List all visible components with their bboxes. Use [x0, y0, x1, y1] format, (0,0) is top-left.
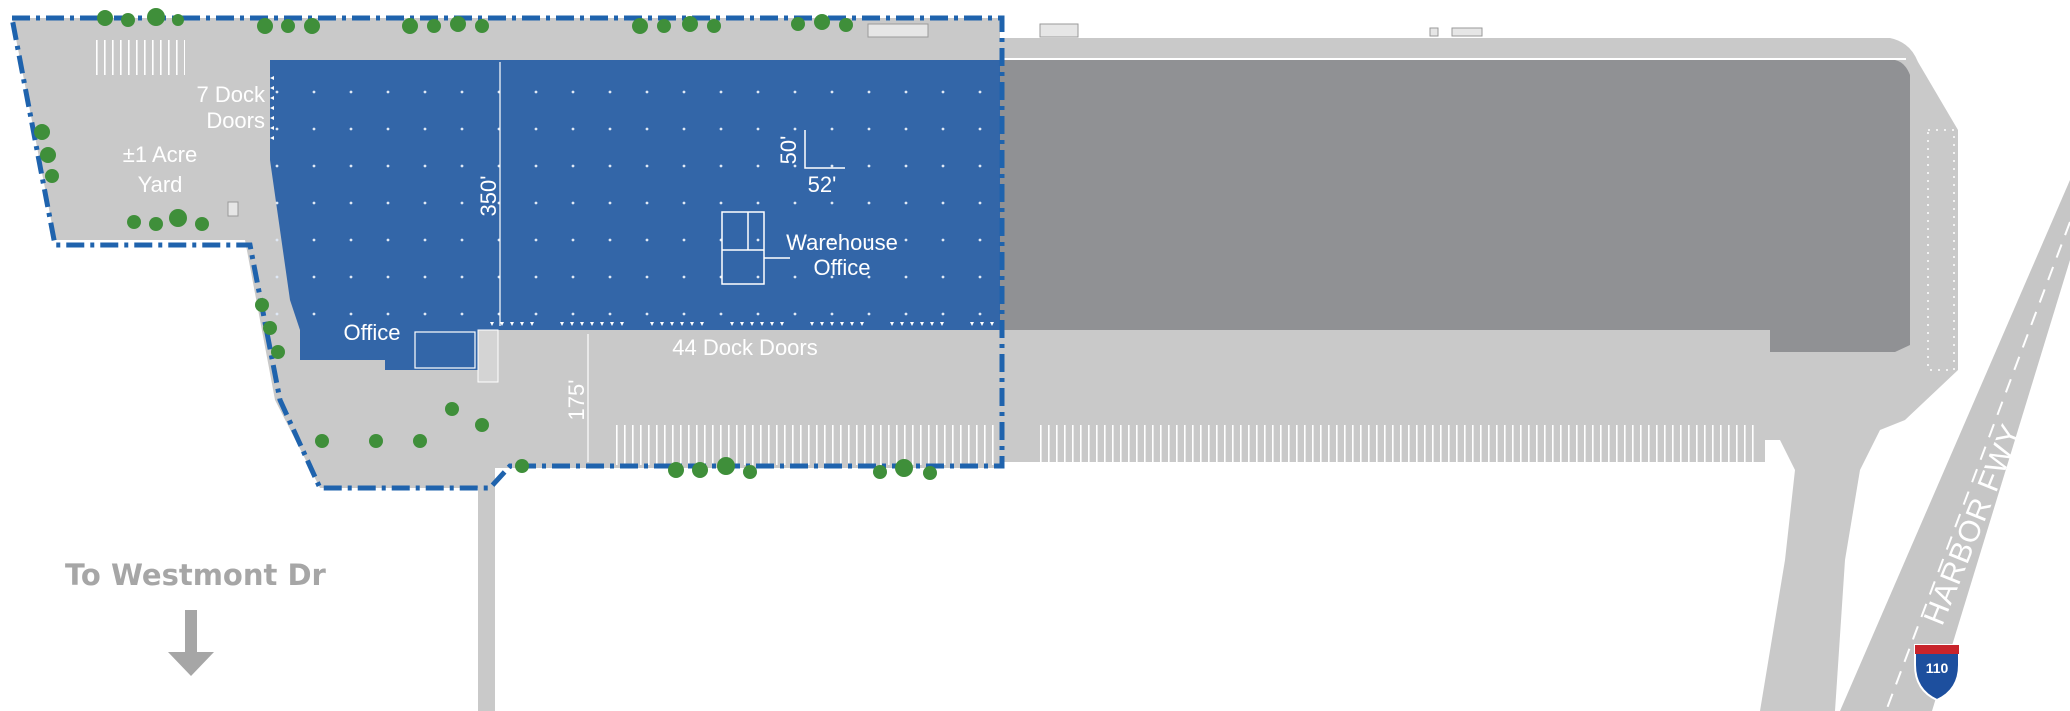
yard-dock-doors-label-line2: Doors — [206, 108, 265, 133]
yard-dock-doors-label-line1: 7 Dock — [197, 82, 266, 107]
column-depth-label: 50' — [776, 136, 801, 165]
acre-yard-label-line2: Yard — [138, 172, 183, 197]
adjacent-building — [1000, 60, 1910, 352]
column-grid — [270, 60, 1000, 330]
column-width-label: 52' — [808, 172, 837, 197]
building-depth-label: 350' — [476, 176, 501, 217]
interstate-shield-number: 110 — [1926, 660, 1949, 676]
down-arrow-icon — [168, 610, 214, 676]
dock-doors-label: 44 Dock Doors — [672, 335, 818, 360]
truck-court-depth-label: 175' — [564, 380, 589, 421]
warehouse-office-label-line1: Warehouse — [786, 230, 898, 255]
adjacent-building-outline — [1000, 58, 1906, 60]
warehouse-office-label-line2: Office — [813, 255, 870, 280]
office-label: Office — [343, 320, 400, 345]
acre-yard-label-line1: ±1 Acre — [123, 142, 197, 167]
westmont-direction-label: To Westmont Dr — [65, 558, 327, 592]
